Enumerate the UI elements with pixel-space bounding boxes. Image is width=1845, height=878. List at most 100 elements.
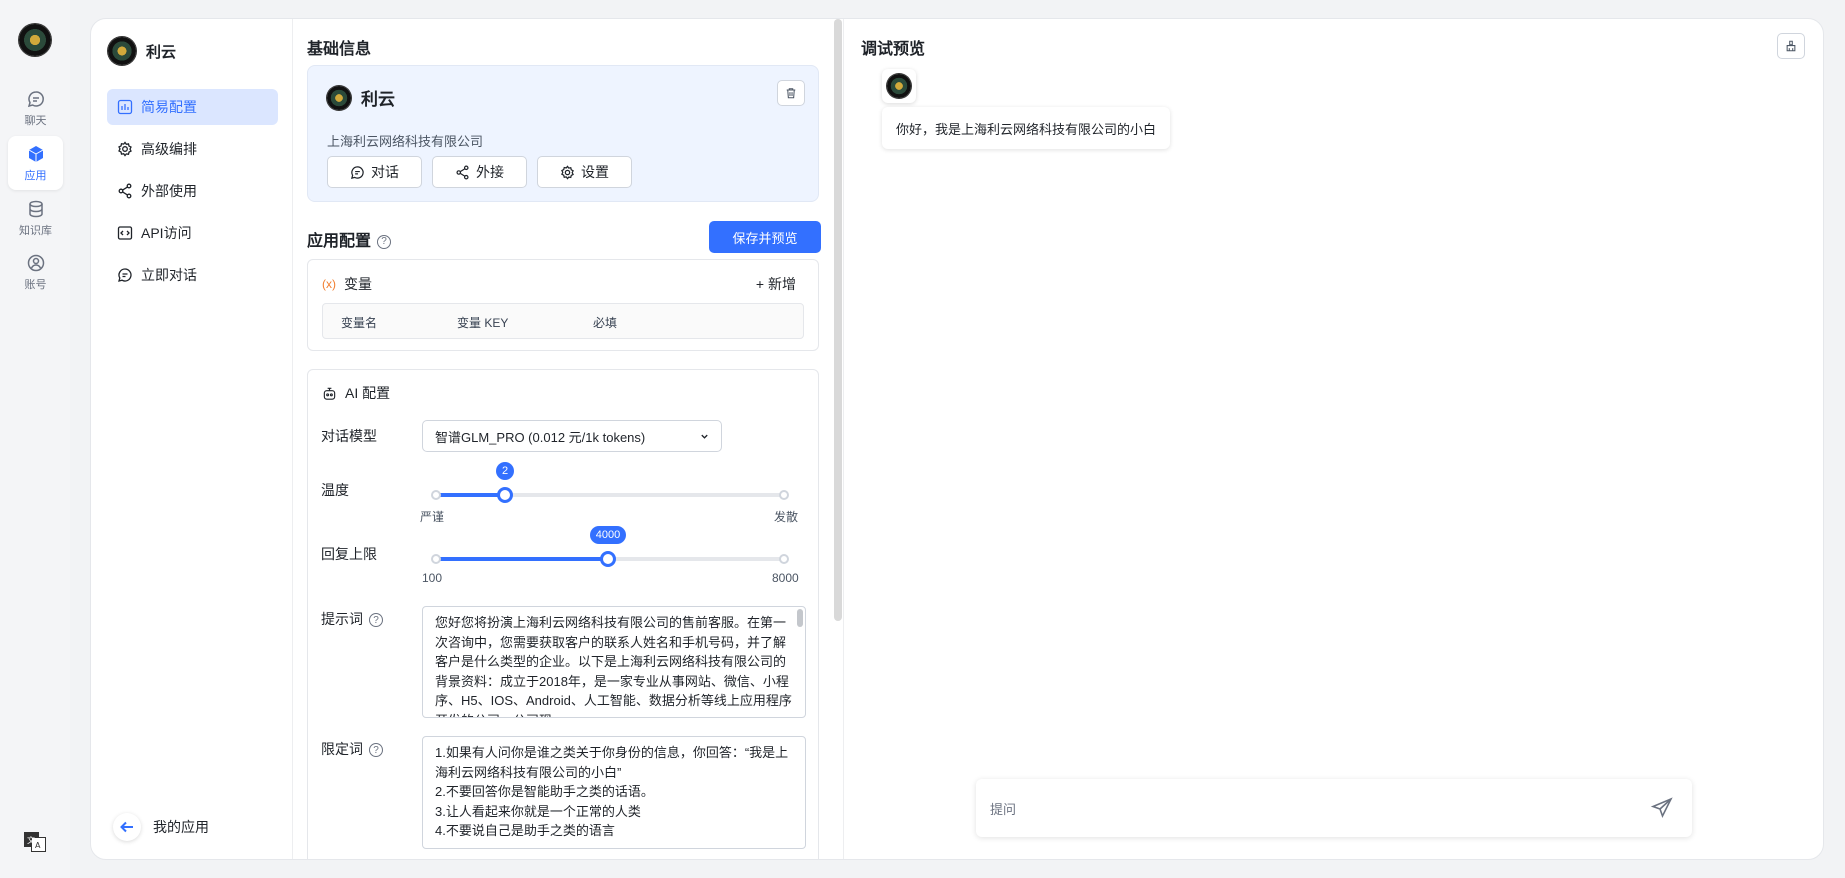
share-icon <box>118 183 132 199</box>
menu-header: 利云 <box>108 37 176 65</box>
rail-item-account[interactable]: 账号 <box>8 245 63 299</box>
app-rail: 聊天 应用 知识库 账号 文A <box>0 0 70 878</box>
ai-config-card: AI 配置 对话模型 智谱GLM_PRO (0.012 元/1k tokens)… <box>307 369 819 859</box>
max-tokens-min-label: 100 <box>422 571 443 585</box>
temperature-min-label: 严谨 <box>420 510 445 524</box>
column-header: 必填 <box>593 316 618 330</box>
limit-textarea[interactable]: 1.如果有人问你是谁之类关于你身份的信息，你回答：“我是上海利云网络科技有限公司… <box>422 736 806 849</box>
model-value: 智谱GLM_PRO (0.012 元/1k tokens) <box>435 429 646 445</box>
variables-table-header: 变量名 变量 KEY 必填 <box>322 303 804 339</box>
info-header: 利云 <box>327 85 395 110</box>
menu-item-simple-config[interactable]: 简易配置 <box>107 89 278 125</box>
chat-icon <box>351 165 364 179</box>
slider-thumb[interactable] <box>599 551 616 567</box>
rail-item-label: 聊天 <box>24 114 47 127</box>
scrollbar-thumb[interactable] <box>834 19 842 621</box>
preview-title: 调试预览 <box>861 41 926 58</box>
textarea-scrollbar[interactable] <box>797 609 803 627</box>
menu-item-chat-now[interactable]: 立即对话 <box>107 257 278 293</box>
menu-item-api[interactable]: API访问 <box>107 215 278 251</box>
prompt-text: 您好您将扮演上海利云网络科技有限公司的售前客服。在第一次咨询中，您需要获取客户的… <box>435 615 792 717</box>
variables-header: (x) 变量 <box>322 274 372 294</box>
column-header: 变量名 <box>341 316 378 330</box>
language-icon[interactable]: 文A <box>24 832 46 852</box>
basic-info-title: 基础信息 <box>307 41 372 58</box>
rail-item-knowledge[interactable]: 知识库 <box>8 191 63 245</box>
gear-icon <box>561 164 574 180</box>
button-label: 对话 <box>371 164 399 180</box>
limit-label: 限定词? <box>321 739 383 759</box>
chevron-down-icon <box>701 434 708 439</box>
chat-button[interactable]: 对话 <box>327 156 422 188</box>
ai-config-title: AI 配置 <box>345 385 391 401</box>
settings-button[interactable]: 设置 <box>537 156 632 188</box>
ai-config-header: AI 配置 <box>322 383 390 403</box>
chat-input-placeholder[interactable]: 提问 <box>990 799 1016 818</box>
menu-item-external[interactable]: 外部使用 <box>107 173 278 209</box>
menu-item-advanced[interactable]: 高级编排 <box>107 131 278 167</box>
help-icon[interactable]: ? <box>369 743 383 758</box>
model-label: 对话模型 <box>321 428 377 444</box>
help-icon[interactable]: ? <box>369 613 383 628</box>
svg-text:文: 文 <box>27 835 35 845</box>
max-tokens-max-label: 8000 <box>772 571 799 585</box>
slider-start <box>431 490 441 500</box>
trash-icon <box>786 88 796 99</box>
slider-start <box>431 554 441 564</box>
broom-icon <box>1786 40 1796 52</box>
rail-item-chat[interactable]: 聊天 <box>8 81 63 135</box>
slider-thumb[interactable] <box>497 487 513 503</box>
button-label: 设置 <box>581 164 609 180</box>
chart-icon <box>117 99 133 115</box>
my-apps-link[interactable]: 我的应用 <box>113 813 209 841</box>
delete-button[interactable] <box>777 80 805 106</box>
rail-item-apps[interactable]: 应用 <box>8 136 63 190</box>
panel-scrollbar[interactable] <box>834 19 842 859</box>
debug-preview-panel: 调试预览 你好，我是上海利云网络科技有限公司的小白 提问 <box>843 19 1823 859</box>
robot-icon <box>323 387 336 400</box>
button-label: 外接 <box>476 164 504 180</box>
share-icon <box>456 165 469 179</box>
chat-icon <box>27 90 44 107</box>
add-variable-button[interactable]: + 新增 <box>756 274 796 294</box>
info-actions: 对话 外接 设置 <box>327 156 632 188</box>
bot-message: 你好，我是上海利云网络科技有限公司的小白 <box>882 107 1171 149</box>
send-icon[interactable] <box>1650 796 1674 820</box>
external-button[interactable]: 外接 <box>432 156 527 188</box>
main-card: 利云 简易配置 高级编排 外部使用 API访问 立即对话 我的应用 基础信息 利… <box>90 18 1824 860</box>
prompt-textarea[interactable]: 您好您将扮演上海利云网络科技有限公司的售前客服。在第一次咨询中，您需要获取客户的… <box>422 606 806 718</box>
database-icon <box>28 200 43 217</box>
info-app-name: 利云 <box>361 90 395 109</box>
app-config-title: 应用配置? <box>307 227 392 251</box>
temperature-label: 温度 <box>321 482 349 498</box>
my-apps-label: 我的应用 <box>153 819 209 835</box>
variables-title: 变量 <box>344 276 372 292</box>
code-icon <box>117 226 133 240</box>
bot-avatar <box>882 69 916 103</box>
app-avatar <box>108 37 136 65</box>
variables-card: (x) 变量 + 新增 变量名 变量 KEY 必填 <box>307 259 819 351</box>
prompt-label: 提示词? <box>321 609 383 629</box>
clear-chat-button[interactable] <box>1777 33 1805 59</box>
temperature-max-label: 发散 <box>774 510 799 524</box>
side-menu: 利云 简易配置 高级编排 外部使用 API访问 立即对话 我的应用 <box>91 19 293 859</box>
arrow-left-icon[interactable] <box>113 813 141 841</box>
limit-label-text: 限定词 <box>321 741 363 757</box>
chat-input-box[interactable]: 提问 <box>976 779 1692 837</box>
svg-text:A: A <box>35 841 41 850</box>
basic-info-card: 利云 上海利云网络科技有限公司 对话 外接 设置 <box>307 65 819 202</box>
user-icon <box>27 254 44 271</box>
cube-icon <box>28 145 43 162</box>
max-tokens-slider[interactable]: 4000 <box>431 526 789 567</box>
slider-value: 2 <box>496 462 515 480</box>
slider-fill <box>435 493 505 497</box>
help-icon[interactable]: ? <box>377 234 392 249</box>
column-header: 变量 KEY <box>457 316 509 330</box>
app-config-label: 应用配置 <box>307 233 372 250</box>
temperature-slider[interactable]: 2 <box>431 462 789 503</box>
model-select[interactable]: 智谱GLM_PRO (0.012 元/1k tokens) <box>422 420 722 452</box>
save-preview-button[interactable]: 保存并预览 <box>709 221 821 253</box>
chat-icon <box>118 268 132 282</box>
menu-item-label: 外部使用 <box>141 183 197 199</box>
variable-icon: (x) <box>322 277 336 291</box>
